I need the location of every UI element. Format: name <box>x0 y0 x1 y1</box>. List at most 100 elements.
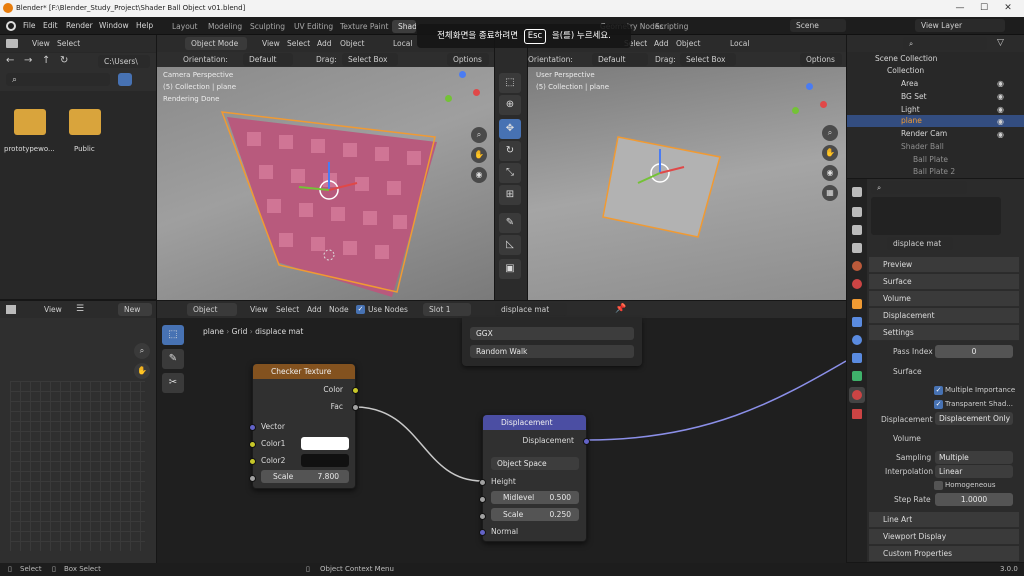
grid-view-icon[interactable]: ▦ <box>822 185 838 201</box>
outliner-search-input[interactable]: ⌕ <box>903 37 987 50</box>
zoom-icon[interactable]: ⌕ <box>134 343 150 359</box>
drag-dropdown[interactable]: Select Box <box>342 53 398 66</box>
data-tab-icon[interactable] <box>852 371 862 381</box>
options-dropdown[interactable]: Options <box>447 53 489 66</box>
gizmo-x-icon[interactable] <box>473 89 480 96</box>
maximize-button[interactable]: ☐ <box>972 0 996 17</box>
vector-input-socket[interactable] <box>249 424 256 431</box>
fb-select-menu[interactable]: Select <box>57 35 80 52</box>
menu-edit[interactable]: Edit <box>43 17 58 35</box>
plane-object[interactable] <box>588 127 738 247</box>
menu-help[interactable]: Help <box>136 17 153 35</box>
displacement-scale-field[interactable]: Scale 0.250 <box>491 508 579 521</box>
folder-label[interactable]: Public <box>74 145 95 153</box>
add-cube-tool-icon[interactable]: ▣ <box>499 259 521 279</box>
parent-dir-icon[interactable]: ↑ <box>42 55 50 66</box>
section-custom-properties[interactable]: Custom Properties <box>869 546 1019 562</box>
rotate-tool-icon[interactable]: ↻ <box>499 141 521 161</box>
tab-layout[interactable]: Layout <box>166 20 204 33</box>
displacement-output-socket[interactable] <box>583 438 590 445</box>
scale-tool-icon[interactable]: ⤡ <box>499 163 521 183</box>
section-volume[interactable]: Volume <box>869 291 1019 307</box>
section-preview[interactable]: Preview <box>869 257 1019 273</box>
visibility-eye-icon[interactable]: ◉ <box>997 92 1004 101</box>
displacement-node[interactable]: Displacement Displacement Object Space H… <box>479 414 590 542</box>
viewport-solid[interactable]: User Perspective (5) Collection | plane … <box>528 67 846 300</box>
tab-scripting[interactable]: Scripting <box>649 20 694 33</box>
fb-search-input[interactable]: ⌕ <box>6 73 110 86</box>
modifier-tab-icon[interactable] <box>852 317 862 327</box>
section-displacement[interactable]: Displacement <box>869 308 1019 324</box>
vp-select-menu[interactable]: Select <box>287 35 310 52</box>
displacement-method-dropdown[interactable]: Displacement Only <box>935 412 1013 425</box>
transparent-shadows-checkbox[interactable]: ✓ <box>934 400 943 409</box>
outliner-item[interactable]: Render Cam <box>901 128 947 140</box>
subsection-surface[interactable]: Surface <box>893 367 922 376</box>
homogeneous-checkbox[interactable] <box>934 481 943 490</box>
object-tab-icon[interactable] <box>852 299 862 309</box>
tab-uv-editing[interactable]: UV Editing <box>288 20 339 33</box>
path-field[interactable]: C:\Users\ <box>98 55 150 68</box>
orientation-dropdown[interactable]: Default <box>592 53 648 66</box>
image-canvas[interactable] <box>10 381 145 551</box>
refresh-icon[interactable]: ↻ <box>60 55 68 66</box>
navigation-gizmo[interactable] <box>445 71 481 107</box>
vp-object-menu[interactable]: Object <box>676 35 700 52</box>
sampling-dropdown[interactable]: Multiple Importance <box>935 451 1013 475</box>
transform-space[interactable]: Local <box>730 35 749 52</box>
midlevel-field[interactable]: Midlevel 0.500 <box>491 491 579 504</box>
gizmo-x-icon[interactable] <box>820 101 827 108</box>
vp-view-menu[interactable]: View <box>262 35 280 52</box>
color1-input-socket[interactable] <box>249 441 256 448</box>
image-editor-icon[interactable] <box>6 305 16 314</box>
scene-tab-icon[interactable] <box>852 261 862 271</box>
checker-texture-node[interactable]: Checker Texture Color Fac Vector Color1 … <box>249 363 359 489</box>
view-layer-selector[interactable]: View Layer <box>915 19 1005 32</box>
multiple-importance-checkbox[interactable]: ✓ <box>934 386 943 395</box>
displacement-node-header[interactable]: Displacement <box>483 415 586 430</box>
annotate-tool-icon[interactable]: ✎ <box>499 213 521 233</box>
gizmo-y-icon[interactable] <box>445 95 452 102</box>
camera-view-icon[interactable]: ◉ <box>822 165 838 181</box>
node-editor[interactable]: Object View Select Add Node ✓ Use Nodes … <box>157 301 846 563</box>
visibility-eye-icon[interactable]: ◉ <box>997 105 1004 114</box>
transform-space[interactable]: Local <box>393 35 412 52</box>
tool-tab-icon[interactable] <box>852 187 862 197</box>
properties-search-input[interactable]: ⌕ <box>871 181 967 194</box>
gizmo-y-icon[interactable] <box>792 107 799 114</box>
tab-texture-paint[interactable]: Texture Paint <box>334 20 394 33</box>
folder-label[interactable]: prototypewo... <box>4 145 55 153</box>
checker-scale-field[interactable]: Scale 7.800 <box>261 470 349 483</box>
forward-arrow-icon[interactable]: → <box>24 55 32 66</box>
scale-input-socket[interactable] <box>249 475 256 482</box>
outliner-item[interactable]: Area <box>901 78 918 90</box>
options-dropdown[interactable]: Options <box>800 53 842 66</box>
menu-file[interactable]: File <box>23 17 36 35</box>
physics-tab-icon[interactable] <box>852 353 862 363</box>
render-tab-icon[interactable] <box>852 207 862 217</box>
fb-view-menu[interactable]: View <box>32 35 50 52</box>
outliner-item[interactable]: Shader Ball <box>901 141 944 153</box>
color1-swatch[interactable] <box>301 437 349 450</box>
pan-hand-icon[interactable]: ✋ <box>822 145 838 161</box>
measure-tool-icon[interactable]: ◺ <box>499 235 521 255</box>
ie-view-menu[interactable]: View <box>44 301 62 318</box>
viewport-render[interactable]: Camera Perspective (5) Collection | plan… <box>157 67 494 300</box>
color2-input-socket[interactable] <box>249 458 256 465</box>
section-viewport-display[interactable]: Viewport Display <box>869 529 1019 545</box>
outliner-item[interactable]: BG Set <box>901 91 927 103</box>
minimize-button[interactable]: — <box>948 0 972 17</box>
back-arrow-icon[interactable]: ← <box>6 55 14 66</box>
blender-menu-icon[interactable] <box>6 21 16 31</box>
height-input-socket[interactable] <box>479 479 486 486</box>
pan-hand-icon[interactable]: ✋ <box>471 147 487 163</box>
outliner-item-selected[interactable]: plane <box>901 115 922 127</box>
midlevel-input-socket[interactable] <box>479 496 486 503</box>
tab-sculpting[interactable]: Sculpting <box>244 20 291 33</box>
checker-node-header[interactable]: Checker Texture <box>253 364 355 379</box>
section-settings[interactable]: Settings <box>869 325 1019 341</box>
section-line-art[interactable]: Line Art <box>869 512 1019 528</box>
vp-object-menu[interactable]: Object <box>340 35 364 52</box>
subsection-volume[interactable]: Volume <box>893 434 921 443</box>
drag-dropdown[interactable]: Select Box <box>680 53 736 66</box>
